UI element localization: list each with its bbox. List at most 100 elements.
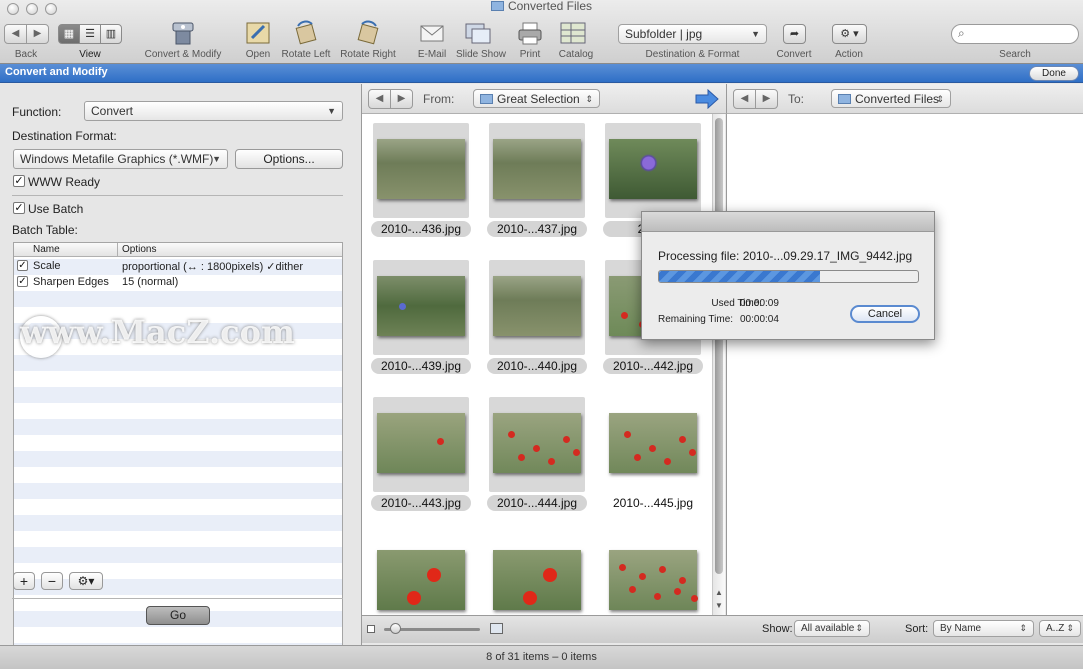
print-icon[interactable] [516,20,544,46]
rotate-left-label: Rotate Left [281,49,331,60]
row-enabled-checkbox[interactable]: ✓ [17,260,28,271]
large-thumb-icon[interactable] [490,623,503,634]
row-enabled-checkbox[interactable]: ✓ [17,276,28,287]
thumbnail-image [377,550,465,610]
email-icon[interactable] [418,20,446,46]
www-ready-label: WWW Ready [28,175,100,189]
row-options: 15 (normal) [122,276,179,288]
convert-label: Convert [776,49,812,60]
action-gear-icon[interactable]: ⚙ ▾ [832,24,867,44]
back-button[interactable]: ◀ [4,24,27,44]
source-folder-value: Great Selection [497,92,580,106]
thumbnail[interactable] [489,534,585,615]
remove-step-button[interactable]: − [41,572,63,590]
slider-knob[interactable] [390,623,401,634]
source-back-button[interactable]: ◀ [368,89,391,109]
used-time-value: 00:00:09 [740,298,779,309]
destination-format-select[interactable]: Windows Metafile Graphics (*.WMF) ▼ [13,149,228,169]
destination-format-label: Destination Format: [12,129,117,143]
remaining-time-value: 00:00:04 [740,314,779,325]
go-button[interactable]: Go [146,606,210,625]
open-label: Open [245,49,271,60]
scroll-up-icon[interactable]: ▲ [715,588,723,597]
thumbnail[interactable] [489,397,585,492]
sort-label: Sort: [905,623,929,635]
thumbnail-image [609,550,698,610]
done-button[interactable]: Done [1029,66,1079,81]
poppy-flower [518,453,525,461]
thumbnail-image [377,413,465,473]
poppy-flower [659,566,666,574]
sort-order-popup[interactable]: A..Z ⇕ [1039,620,1081,637]
column-header-options[interactable]: Options [122,244,156,255]
sort-order-value: A..Z [1046,623,1065,634]
thumbnail[interactable] [605,534,701,615]
progress-bar [658,270,919,283]
forward-button[interactable]: ▶ [26,24,49,44]
back-label: Back [14,49,38,60]
search-label: Search [999,49,1031,60]
catalog-icon[interactable] [559,20,587,46]
destination-format-popup[interactable]: Subfolder | jpg ▼ [618,24,767,44]
thumbnail[interactable] [373,397,469,492]
scrollbar-thumb[interactable] [715,118,723,574]
destination-back-button[interactable]: ◀ [733,89,756,109]
thumbnail-caption[interactable]: 2010-...444.jpg [487,495,587,511]
slideshow-icon[interactable] [464,20,492,46]
rotate-left-icon[interactable] [292,20,320,46]
function-popup[interactable]: Convert ▼ [84,101,343,121]
print-label: Print [519,49,541,60]
table-row[interactable]: ✓ Sharpen Edges 15 (normal) [14,274,342,290]
destination-folder-popup[interactable]: Converted Files ⇕ [831,89,951,108]
step-action-gear-icon[interactable]: ⚙▾ [69,572,103,590]
list-view-icon[interactable]: ☰ [79,24,101,44]
thumbnail-caption[interactable]: 2010-...439.jpg [371,358,471,374]
chevron-down-icon: ▼ [212,154,221,164]
column-header-name[interactable]: Name [33,244,60,255]
thumbnail[interactable] [489,123,585,218]
grid-scrollbar[interactable]: ▲ ▼ [712,114,725,615]
folder-icon [480,94,493,104]
small-thumb-icon[interactable] [367,625,375,633]
source-folder-popup[interactable]: Great Selection ⇕ [473,89,600,108]
open-icon[interactable] [244,20,272,46]
thumbnail[interactable] [373,260,469,355]
cancel-button[interactable]: Cancel [850,305,920,323]
use-batch-checkbox[interactable]: ✓ [13,202,25,214]
www-ready-checkbox[interactable]: ✓ [13,175,25,187]
scroll-down-icon[interactable]: ▼ [715,601,723,610]
thumbnail-caption[interactable]: 2010-...437.jpg [487,221,587,237]
source-forward-button[interactable]: ▶ [390,89,413,109]
thumbnail[interactable] [489,260,585,355]
thumbnail-caption[interactable]: 2010-...440.jpg [487,358,587,374]
show-label: Show: [762,623,793,635]
thumbnail-caption[interactable]: 2010-...443.jpg [371,495,471,511]
thumbnail[interactable] [373,123,469,218]
add-step-button[interactable]: + [13,572,35,590]
thumbnail[interactable] [605,123,701,218]
thumbnail-caption[interactable]: 2010-...442.jpg [603,358,703,374]
show-filter-popup[interactable]: All available ⇕ [794,620,870,637]
poppy-flower [548,458,555,465]
convert-icon[interactable]: ➦ [783,24,806,44]
destination-forward-button[interactable]: ▶ [755,89,778,109]
thumbnail[interactable] [605,397,701,492]
thumbnail-image [609,139,697,199]
thumbnail[interactable] [373,534,469,615]
table-row[interactable]: ✓ Scale proportional (↔ : 1800pixels) ✓d… [14,258,342,274]
thumbnail-grid[interactable]: 2010-...436.jpg2010-...437.jpg2010-2010-… [362,114,712,615]
destination-pane[interactable] [726,114,1083,615]
thumbnail-caption[interactable]: 2010-...445.jpg [603,495,703,511]
rotate-right-icon[interactable] [354,20,382,46]
thumbnail-caption[interactable]: 2010-...436.jpg [371,221,471,237]
search-input[interactable]: ⌕ [951,24,1079,44]
options-button[interactable]: Options... [235,149,343,169]
thumbnail-view-icon[interactable]: ▦ [58,24,80,44]
remaining-time-label: Remaining Time: [658,314,734,325]
batch-table[interactable]: Name Options ✓ Scale proportional (↔ : 1… [13,242,343,649]
convert-modify-icon[interactable] [169,20,197,46]
sort-popup[interactable]: By Name ⇕ [933,620,1034,637]
poppy-flower [679,577,686,584]
filmstrip-view-icon[interactable]: ▥ [100,24,122,44]
processing-file-text: Processing file: 2010-...09.29.17_IMG_94… [658,249,913,263]
